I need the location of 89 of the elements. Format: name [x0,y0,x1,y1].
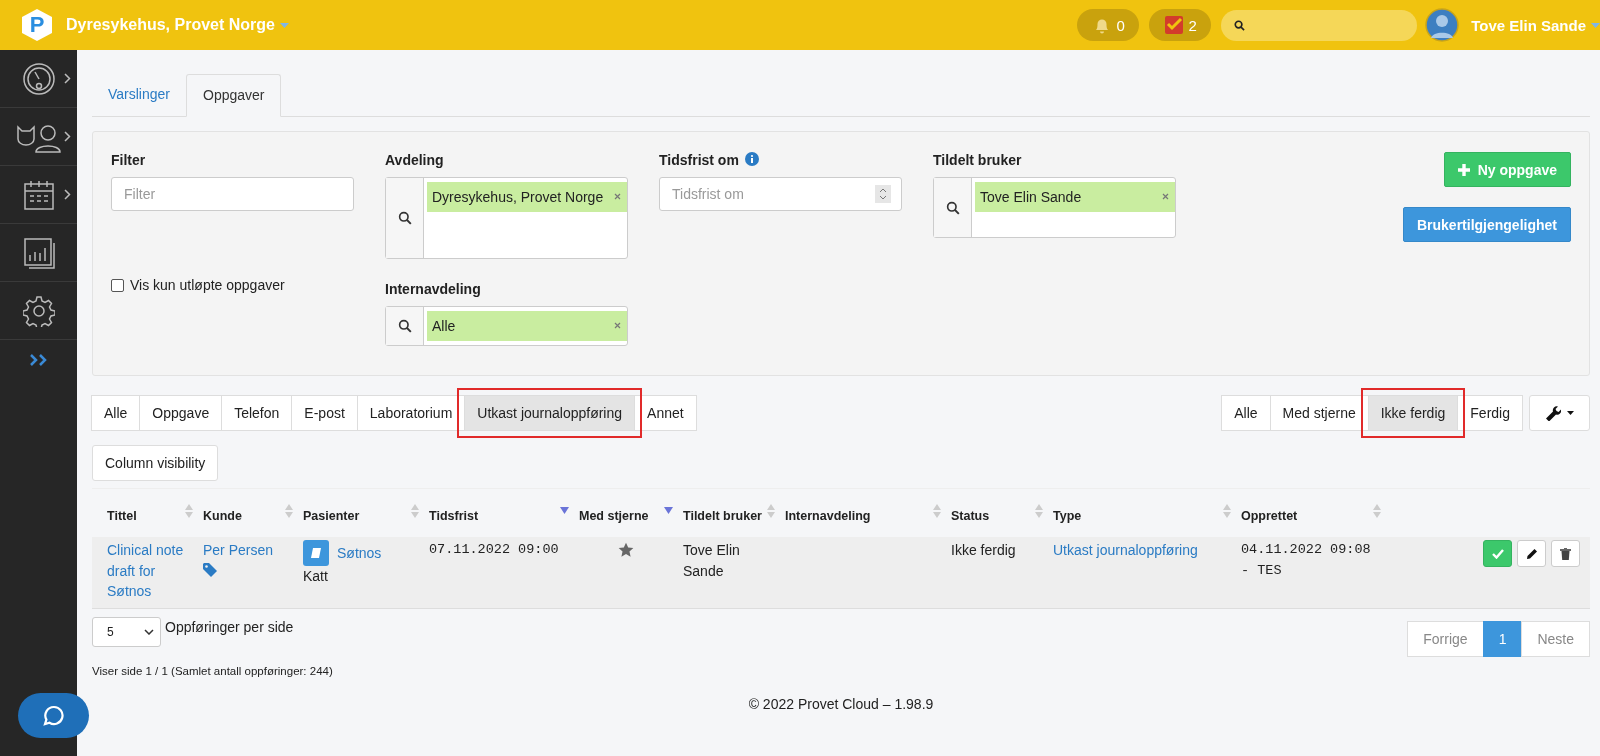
chat-bubble-icon [42,704,65,727]
column-visibility-button[interactable]: Column visibility [92,445,219,481]
field-label: Tildelt bruker [933,152,1023,168]
type-filter-button[interactable]: Annet [634,395,697,431]
checkbox-icon [1163,15,1184,35]
created-text: 04.11.2022 09:08 - TES [1241,541,1372,580]
checkmark-icon [1491,548,1504,559]
caret-icon [1567,411,1574,415]
column-header[interactable]: Opprettet [1241,506,1298,526]
selected-tag: Tove Elin Sande [975,182,1175,212]
status-filter-button[interactable]: Med stjerne [1269,395,1369,431]
double-chevron-icon [28,354,49,366]
chat-button[interactable] [18,693,89,738]
search-icon [397,211,412,225]
type-filter-button[interactable]: Telefon [221,395,293,431]
gauge-icon [21,61,56,96]
type-filter-button[interactable]: E-post [291,395,358,431]
sort-descending-icon[interactable] [560,507,569,514]
remove-icon[interactable] [614,322,621,329]
column-header[interactable]: Pasienter [303,506,360,526]
bar-chart-icon [22,236,55,269]
pencil-icon [1525,547,1538,560]
assigned-user-text: Tove Elin Sande [683,541,741,581]
task-title-link[interactable]: Clinical note draft for Søtnos [107,540,193,602]
type-link[interactable]: Utkast journaloppføring [1053,540,1198,561]
next-page-button[interactable]: Neste [1521,620,1590,657]
trash-icon [1560,547,1571,560]
field-label: Avdeling [385,152,445,168]
column-header[interactable]: Internavdeling [785,506,871,526]
type-filter-button[interactable]: Oppgave [139,395,223,431]
spinner-icon[interactable] [875,185,891,203]
assigned-user-select[interactable]: Tove Elin Sande [933,177,1176,238]
checkbox-label: Vis kun utløpte oppgaver [130,277,285,293]
type-filter-button[interactable]: Laboratorium [356,395,466,431]
patient-link[interactable]: Søtnos [337,542,382,564]
info-icon[interactable] [744,152,759,166]
filter-field[interactable]: Filter [111,177,354,211]
customer-link[interactable]: Per Persen [203,540,274,561]
page-size-select[interactable]: 5 [92,616,161,647]
search-field[interactable] [1221,9,1418,41]
star-icon[interactable] [618,542,634,558]
type-filter-button[interactable]: Alle [91,395,141,431]
avatar-icon[interactable] [1425,8,1460,42]
edit-button[interactable] [1517,540,1546,567]
field-label: Tidsfrist om [659,152,739,168]
status-filter-button[interactable]: Alle [1221,395,1271,431]
column-header[interactable]: Med stjerne [579,506,649,526]
search-icon [1234,19,1246,31]
remove-icon[interactable] [614,193,621,200]
tag-icon[interactable] [203,562,217,577]
deadline-text: 07.11.2022 09:00 [429,541,559,559]
column-header[interactable]: Type [1053,506,1082,526]
plus-icon [1457,163,1470,176]
book-icon [310,547,322,559]
search-icon [397,319,412,333]
caret-icon [280,22,289,28]
tools-dropdown-button[interactable] [1529,395,1590,431]
wrench-icon [1545,405,1561,421]
calendar-icon [22,178,55,211]
journal-button[interactable] [303,540,329,566]
tab[interactable]: Varslinger [92,74,186,116]
status-filter-button[interactable]: Ferdig [1457,395,1523,431]
checkbox[interactable] [111,278,124,292]
page-info-text: Viser side 1 / 1 (Samlet antall oppføringer: 244) [92,664,334,677]
complete-button[interactable] [1483,540,1512,567]
field-label: Filter [111,152,147,168]
footer-text: © 2022 Provet Cloud – 1.98.9 [748,695,934,712]
previous-page-button[interactable]: Forrige [1407,620,1484,657]
chevron-down-icon [144,628,154,635]
per-page-label: Oppføringer per side [165,618,294,635]
tab[interactable]: Oppgaver [186,74,282,117]
selected-tag: Alle [427,311,627,341]
department-select[interactable]: Dyresykehus, Provet Norge [385,177,628,259]
column-header[interactable]: Tittel [107,506,137,526]
column-header[interactable]: Kunde [203,506,242,526]
field-label: Internavdeling [385,281,482,297]
column-header[interactable]: Tidsfrist [429,506,479,526]
search-icon [945,200,960,215]
caret-icon [1591,22,1600,28]
delete-button[interactable] [1551,540,1580,567]
column-header[interactable]: Tildelt bruker [683,506,762,526]
column-header[interactable]: Status [951,506,990,526]
species-text: Katt [303,567,328,586]
selected-tag: Dyresykehus, Provet Norge [427,182,627,212]
remove-icon[interactable] [1162,193,1169,200]
internal-department-select[interactable]: Alle [385,306,628,346]
status-text: Ikke ferdig [951,541,1016,560]
settings-icon [22,294,55,327]
sort-descending-icon[interactable] [664,507,673,514]
